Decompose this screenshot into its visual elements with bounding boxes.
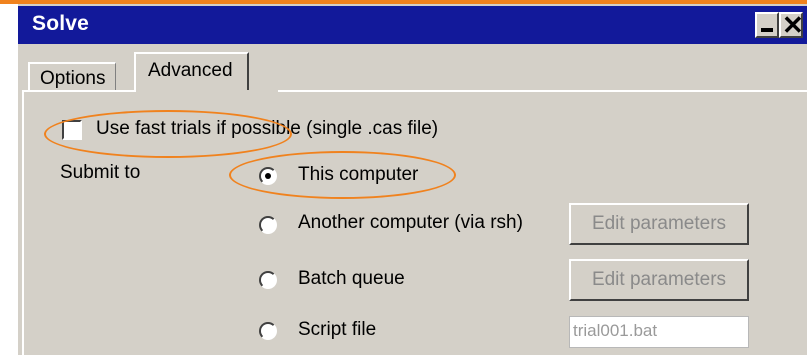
tab-advanced[interactable]: Advanced — [134, 52, 249, 92]
title-bar[interactable]: Solve ✕ — [18, 6, 807, 44]
highlight-this-computer — [229, 151, 456, 199]
window-title: Solve — [32, 12, 90, 35]
minimize-icon — [761, 28, 773, 32]
close-button[interactable]: ✕ — [779, 10, 804, 40]
tab-options[interactable]: Options — [28, 62, 117, 92]
screenshot-stage: Solve ✕ Options Advanced Use fast trials… — [0, 0, 807, 355]
window-border — [16, 4, 18, 355]
highlight-fast-trials — [44, 110, 292, 158]
active-tab-joiner — [136, 90, 278, 93]
tab-options-label: Options — [40, 68, 106, 89]
minimize-button[interactable] — [755, 12, 779, 38]
close-icon: ✕ — [782, 10, 804, 40]
tab-advanced-label: Advanced — [148, 60, 233, 81]
